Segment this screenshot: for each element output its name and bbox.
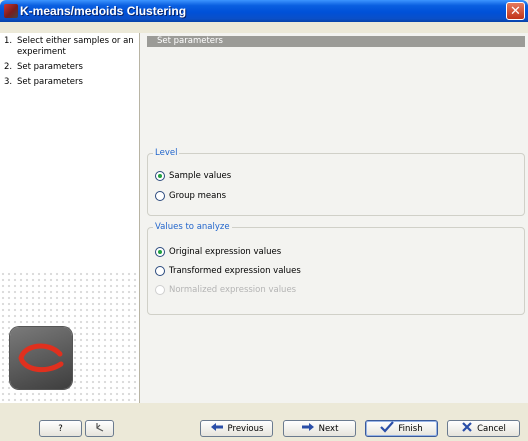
help-button[interactable]: ?	[39, 420, 82, 437]
level-group: Level Sample values Group means	[147, 148, 525, 216]
step-label: Set parameters	[17, 62, 83, 72]
radio-sample-values[interactable]: Sample values	[155, 171, 231, 181]
radio-normalized-values: Normalized expression values	[155, 285, 296, 295]
steps-panel: 1. Select either samples or an experiment…	[0, 33, 140, 403]
radio-unselected-icon[interactable]	[155, 266, 165, 276]
clc-logo	[10, 327, 72, 389]
radio-unselected-icon[interactable]	[155, 191, 165, 201]
values-group: Values to analyze Original expression va…	[147, 222, 525, 315]
radio-transformed-values[interactable]: Transformed expression values	[155, 266, 301, 276]
dialog-window: K-means/medoids Clustering ✕ 1. Select ei…	[0, 0, 528, 441]
close-button[interactable]: ✕	[506, 2, 525, 20]
radio-original-values[interactable]: Original expression values	[155, 247, 281, 257]
next-button[interactable]: Next	[283, 420, 356, 437]
reset-button[interactable]	[85, 420, 114, 437]
app-icon	[4, 4, 18, 18]
section-header: Set parameters	[147, 36, 525, 47]
cancel-button[interactable]: Cancel	[447, 420, 520, 437]
arrow-left-icon	[210, 422, 224, 435]
steps-list: 1. Select either samples or an experiment…	[0, 33, 139, 88]
step-item: 1. Select either samples or an experiment	[4, 36, 139, 58]
step-label: Select either samples or an experiment	[17, 36, 134, 57]
values-legend: Values to analyze	[153, 222, 232, 233]
finish-button[interactable]: Finish	[365, 420, 438, 437]
reset-icon	[94, 422, 106, 436]
step-item: 3. Set parameters	[4, 77, 83, 87]
radio-selected-icon[interactable]	[155, 171, 165, 181]
window-title: K-means/medoids Clustering	[20, 4, 187, 18]
radio-disabled-icon	[155, 285, 165, 295]
step-label: Set parameters	[17, 77, 83, 87]
button-bar: ? Previous Next Finish Cancel	[0, 403, 528, 441]
x-icon	[461, 421, 473, 436]
checkmark-icon	[380, 421, 395, 436]
radio-selected-icon[interactable]	[155, 247, 165, 257]
previous-button[interactable]: Previous	[200, 420, 273, 437]
level-legend: Level	[153, 148, 180, 159]
title-bar[interactable]: K-means/medoids Clustering ✕	[0, 0, 528, 22]
parameters-panel: Set parameters Level Sample values Group…	[140, 33, 528, 403]
radio-group-means[interactable]: Group means	[155, 191, 226, 201]
arrow-right-icon	[301, 422, 315, 435]
step-item: 2. Set parameters	[4, 62, 83, 72]
